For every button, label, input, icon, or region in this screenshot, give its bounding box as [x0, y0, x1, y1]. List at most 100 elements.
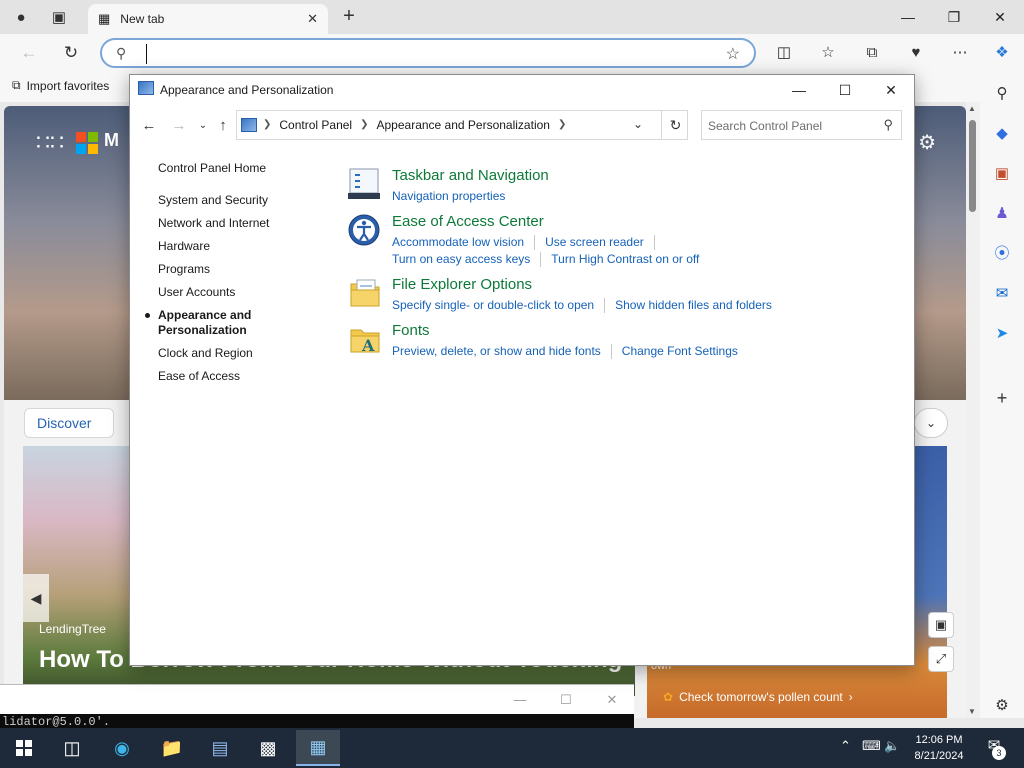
nav-item-system-security[interactable]: System and Security — [158, 193, 338, 216]
start-button[interactable] — [2, 730, 46, 766]
link-easy-access-keys[interactable]: Turn on easy access keys — [392, 252, 542, 267]
link-navigation-properties[interactable]: Navigation properties — [392, 189, 515, 204]
address-bar[interactable]: ⚲ ☆ — [100, 38, 756, 68]
breadcrumb-separator-icon[interactable]: ❯ — [360, 118, 368, 132]
cp-window-title: Appearance and Personalization — [160, 83, 334, 97]
address-dropdown-icon[interactable]: ⌄ — [633, 117, 643, 131]
console-minimize-button[interactable]: — — [498, 689, 542, 711]
link-show-hidden-files[interactable]: Show hidden files and folders — [615, 298, 782, 313]
minimize-button[interactable]: — — [886, 4, 930, 30]
add-sidebar-app-icon[interactable]: + — [990, 386, 1014, 410]
edge-browser-icon[interactable]: ◉ — [100, 730, 144, 766]
section-title[interactable]: File Explorer Options — [392, 276, 532, 293]
cp-search-input[interactable] — [708, 117, 874, 135]
link-single-double-click[interactable]: Specify single- or double-click to open — [392, 298, 606, 313]
server-manager-icon[interactable]: ▤ — [198, 730, 242, 766]
link-preview-fonts[interactable]: Preview, delete, or show and hide fonts — [392, 344, 612, 359]
collections-icon[interactable]: ⧉ — [860, 42, 884, 64]
console-titlebar[interactable]: — ☐ ✕ — [0, 684, 634, 714]
feed-expand-icon[interactable]: ⌄ — [914, 408, 948, 438]
console-close-button[interactable]: ✕ — [590, 689, 634, 711]
restore-button[interactable]: ❐ — [932, 4, 976, 30]
breadcrumb-appearance[interactable]: Appearance and Personalization — [377, 118, 550, 132]
add-favorite-icon[interactable]: ☆ — [726, 44, 740, 64]
nav-item-clock-region[interactable]: Clock and Region — [158, 346, 338, 369]
nav-item-user-accounts[interactable]: User Accounts — [158, 285, 338, 308]
volume-muted-icon[interactable]: 🔈 — [884, 738, 900, 754]
notification-center-icon[interactable]: ✉ 3 — [980, 736, 1008, 760]
sidebar-search-icon[interactable]: ⚲ — [990, 82, 1014, 106]
games-icon[interactable]: ♟ — [990, 202, 1014, 226]
section-links: Preview, delete, or show and hide fonts … — [392, 344, 812, 359]
breadcrumb-control-panel[interactable]: Control Panel — [279, 118, 352, 132]
expand-icon[interactable]: ⤢ — [928, 646, 954, 672]
section-title[interactable]: Fonts — [392, 322, 430, 339]
copilot-icon[interactable]: ❖ — [990, 42, 1014, 64]
nav-item-appearance-active[interactable]: Appearance and Personalization — [145, 308, 338, 338]
search-icon: ⚲ — [883, 117, 893, 132]
cp-search-box[interactable]: ⚲ — [701, 110, 902, 140]
tools-icon[interactable]: ▣ — [990, 162, 1014, 186]
cp-refresh-button[interactable]: ↻ — [661, 111, 689, 139]
taskbar-clock[interactable]: 12:06 PM 8/21/2024 — [900, 732, 978, 764]
favorites-icon[interactable]: ☆ — [816, 42, 840, 64]
cp-recent-dropdown-icon[interactable]: ⌄ — [192, 115, 214, 137]
tab-close-icon[interactable]: ✕ — [307, 11, 318, 27]
microsoft365-icon[interactable]: ⦿ — [990, 242, 1014, 266]
new-tab-button[interactable]: + — [338, 6, 360, 28]
breadcrumb-separator-icon[interactable]: ❯ — [263, 118, 271, 132]
console-maximize-button[interactable]: ☐ — [544, 689, 588, 711]
outlook-icon[interactable]: ✉ — [990, 282, 1014, 306]
cp-maximize-button[interactable]: ☐ — [822, 77, 868, 103]
split-screen-icon[interactable]: ◫ — [772, 42, 796, 64]
more-menu-icon[interactable]: ⋯ — [948, 42, 972, 64]
scroll-up-icon[interactable]: ▲ — [968, 104, 976, 113]
cp-close-button[interactable]: ✕ — [868, 77, 914, 103]
tab-actions-icon[interactable]: ▣ — [48, 6, 70, 28]
discover-tab[interactable]: Discover — [24, 408, 114, 438]
browser-essentials-icon[interactable]: ♥ — [904, 42, 928, 64]
section-title[interactable]: Taskbar and Navigation — [392, 167, 549, 184]
sidebar-settings-icon[interactable]: ⚙ — [990, 694, 1014, 718]
tray-chevron-icon[interactable]: ⌃ — [840, 738, 851, 754]
breadcrumb-separator-icon[interactable]: ❯ — [558, 118, 566, 132]
cp-address-bar[interactable]: ❯ Control Panel ❯ Appearance and Persona… — [236, 110, 688, 140]
link-change-font-settings[interactable]: Change Font Settings — [622, 344, 748, 359]
cp-minimize-button[interactable]: — — [776, 77, 822, 103]
address-input[interactable] — [146, 44, 706, 64]
back-button[interactable]: ← — [16, 41, 42, 65]
link-use-screen-reader[interactable]: Use screen reader — [545, 235, 655, 250]
send-icon[interactable]: ➤ — [990, 322, 1014, 346]
image-icon[interactable]: ▣ — [928, 612, 954, 638]
nav-item-network-internet[interactable]: Network and Internet — [158, 216, 338, 239]
shopping-icon[interactable]: ◆ — [990, 122, 1014, 146]
nav-item-hardware[interactable]: Hardware — [158, 239, 338, 262]
section-title[interactable]: Ease of Access Center — [392, 213, 544, 230]
link-accommodate-low-vision[interactable]: Accommodate low vision — [392, 235, 536, 250]
cp-forward-button[interactable]: → — [168, 115, 190, 137]
cp-titlebar[interactable]: Appearance and Personalization — ☐ ✕ — [130, 75, 914, 105]
link-high-contrast[interactable]: Turn High Contrast on or off — [551, 252, 709, 267]
close-button[interactable]: ✕ — [978, 4, 1022, 30]
carousel-prev-icon[interactable]: ◀ — [23, 574, 49, 622]
refresh-button[interactable]: ↻ — [58, 41, 84, 65]
cp-back-button[interactable]: ← — [138, 115, 160, 137]
control-panel-taskbar-icon[interactable]: ▦ — [296, 730, 340, 766]
cp-up-button[interactable]: ↑ — [212, 115, 234, 137]
profile-icon[interactable]: ● — [10, 6, 32, 28]
app-launcher-icon[interactable]: ∷∷ — [36, 130, 64, 156]
tab-new-tab[interactable]: ▦ New tab ✕ — [88, 4, 328, 34]
file-explorer-icon[interactable]: 📁 — [150, 730, 194, 766]
scroll-down-icon[interactable]: ▼ — [968, 707, 976, 716]
cp-home-link[interactable]: Control Panel Home — [158, 161, 338, 175]
terminal-icon[interactable]: ▩ — [246, 730, 290, 766]
page-scrollbar[interactable]: ▲ ▼ — [966, 102, 980, 718]
scrollbar-thumb[interactable] — [969, 120, 976, 212]
page-settings-icon[interactable]: ⚙ — [918, 130, 936, 155]
nav-item-programs[interactable]: Programs — [158, 262, 338, 285]
pollen-link[interactable]: ✿ Check tomorrow's pollen count › — [663, 690, 853, 704]
task-view-icon[interactable]: ◫ — [50, 730, 94, 766]
nav-item-ease-of-access[interactable]: Ease of Access — [158, 369, 338, 392]
import-favorites-link[interactable]: ⧉ Import favorites — [12, 78, 109, 93]
network-icon[interactable]: ⌨ — [862, 738, 881, 754]
